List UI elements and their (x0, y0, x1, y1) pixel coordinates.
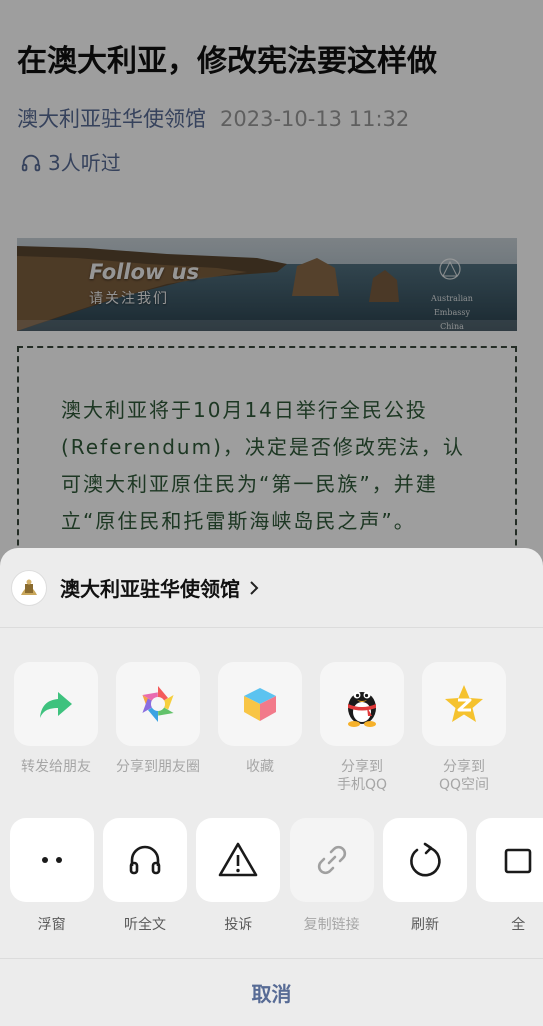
forward-arrow-icon (40, 692, 72, 718)
share-moments-label: 分享到朋友圈 (116, 759, 200, 775)
float-window-icon (41, 857, 62, 863)
share-qzone[interactable]: 分享到 QQ空间 (413, 662, 515, 794)
share-qq-label: 分享到 手机QQ (336, 759, 388, 793)
listen-full-tile[interactable] (102, 818, 187, 902)
sheet-account-header[interactable]: 澳大利亚驻华使领馆 (0, 548, 543, 628)
refresh-tile[interactable] (382, 818, 467, 902)
action-refresh[interactable]: 刷新 (378, 818, 471, 934)
warning-icon (219, 842, 258, 877)
refresh-label: 刷新 (410, 917, 439, 933)
float-window-tile[interactable] (9, 818, 94, 902)
headphones-icon (129, 845, 161, 875)
chevron-right-icon (250, 580, 259, 595)
fullscreen-label: 全 (511, 917, 526, 933)
link-icon (317, 845, 346, 875)
action-listen-full[interactable]: 听全文 (98, 818, 191, 934)
share-favorite[interactable]: 收藏 (209, 662, 311, 794)
forward-tile[interactable] (14, 662, 98, 746)
refresh-icon (410, 842, 441, 877)
share-sheet: 澳大利亚驻华使领馆 转发给朋友 分享到朋友圈 收藏 分享到 手机QQ 分享到 Q… (0, 548, 543, 1026)
sheet-account-name: 澳大利亚驻华使领馆 (60, 577, 240, 601)
share-qq[interactable]: 分享到 手机QQ (311, 662, 413, 794)
action-float-window[interactable]: 浮窗 (5, 818, 98, 934)
share-row: 转发给朋友 分享到朋友圈 收藏 分享到 手机QQ 分享到 QQ空间 (5, 662, 543, 794)
coat-of-arms-icon (21, 579, 37, 595)
action-copy-link[interactable]: 复制链接 (285, 818, 378, 934)
favorite-tile[interactable] (218, 662, 302, 746)
share-forward-friend[interactable]: 转发给朋友 (5, 662, 107, 794)
fullscreen-tile[interactable] (476, 818, 543, 902)
favorite-cube-icon (244, 688, 276, 721)
cancel-bar[interactable]: 取消 (0, 958, 543, 1026)
moments-aperture-icon (142, 686, 174, 722)
listen-full-label: 听全文 (123, 917, 166, 933)
qzone-star-icon (445, 685, 483, 722)
qq-penguin-icon (348, 691, 376, 727)
share-favorite-label: 收藏 (246, 759, 274, 775)
cancel-button[interactable]: 取消 (252, 978, 292, 1007)
float-window-label: 浮窗 (37, 917, 66, 933)
action-row: 浮窗 听全文 投诉 复制链接 刷新 全 (5, 818, 543, 934)
share-qzone-label: 分享到 QQ空间 (438, 759, 490, 793)
fullscreen-icon (504, 848, 532, 874)
action-fullscreen[interactable]: 全 (472, 818, 543, 934)
moments-tile[interactable] (116, 662, 200, 746)
report-label: 投诉 (224, 917, 253, 933)
action-report[interactable]: 投诉 (192, 818, 285, 934)
report-tile[interactable] (196, 818, 281, 902)
account-avatar (11, 569, 47, 606)
share-moments[interactable]: 分享到朋友圈 (107, 662, 209, 794)
qq-tile[interactable] (320, 662, 404, 746)
share-forward-label: 转发给朋友 (21, 759, 91, 775)
copy-link-tile[interactable] (289, 818, 374, 902)
copy-link-label: 复制链接 (303, 917, 360, 933)
qzone-tile[interactable] (422, 662, 506, 746)
